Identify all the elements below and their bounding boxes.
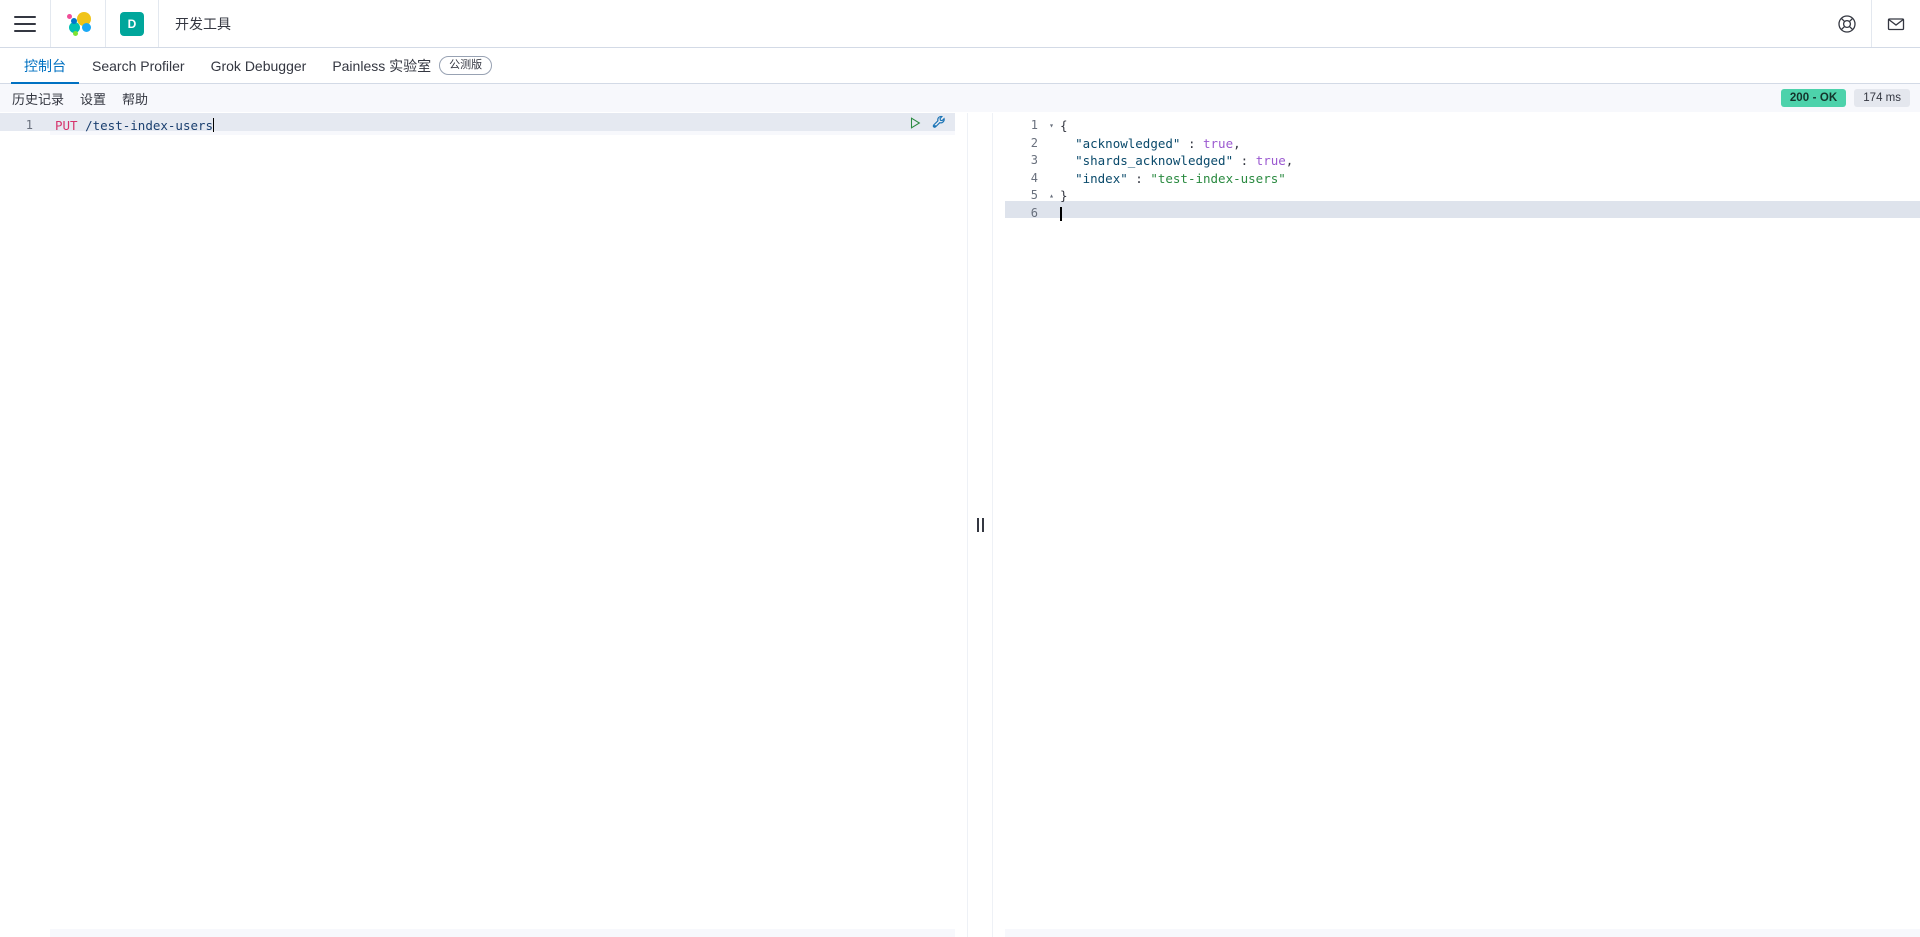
- code-line[interactable]: 3 "shards_acknowledged" : true,: [1005, 152, 1920, 170]
- code-line[interactable]: 5 ▴ }: [1005, 187, 1920, 205]
- request-line-text[interactable]: PUT /test-index-users: [53, 117, 215, 135]
- console-split-container: 1 PUT /test-index-users 1 ▾ {2 "acknowl…: [0, 113, 1920, 937]
- json-key: "acknowledged": [1075, 135, 1181, 151]
- response-editor[interactable]: 1 ▾ { 2 "acknowledged" : true, 3 "shards…: [1005, 113, 1920, 937]
- devtools-tab-bar: 控制台 Search Profiler Grok Debugger Painle…: [0, 48, 1920, 84]
- line-number: 3: [1030, 153, 1038, 167]
- code-line[interactable]: 6: [1005, 205, 1920, 223]
- line-number: 1: [25, 118, 33, 132]
- line-number: 6: [1030, 205, 1038, 220]
- json-row: "index" : "test-index-users": [1058, 170, 1286, 188]
- code-line[interactable]: 1 PUT /test-index-users: [0, 117, 955, 135]
- hamburger-menu-icon[interactable]: [14, 15, 36, 32]
- play-send-request-icon[interactable]: [908, 116, 922, 130]
- request-editor-body[interactable]: 1 PUT /test-index-users: [0, 113, 955, 135]
- code-line[interactable]: 4 "index" : "test-index-users": [1005, 170, 1920, 188]
- response-status-group: 200 - OK 174 ms: [1780, 84, 1910, 112]
- vertical-resize-grip-icon[interactable]: [976, 518, 984, 532]
- fold-toggle[interactable]: ▾: [1045, 117, 1058, 135]
- status-badge: 200 - OK: [1780, 89, 1847, 107]
- line-number: 5: [1030, 188, 1038, 202]
- json-key: "shards_acknowledged": [1075, 153, 1234, 168]
- menu-toggle-button[interactable]: [0, 0, 51, 47]
- json-value: true: [1255, 153, 1286, 168]
- json-comma: ,: [1233, 135, 1241, 151]
- elastic-logo-icon: [65, 11, 91, 37]
- line-number: 1: [1030, 118, 1038, 132]
- tab-label: 控制台: [24, 57, 66, 74]
- json-separator: :: [1233, 153, 1256, 168]
- notifications-button[interactable]: [1872, 0, 1920, 47]
- settings-button[interactable]: 设置: [80, 89, 117, 108]
- tab-console[interactable]: 控制台: [11, 49, 79, 84]
- pane-resizer[interactable]: [955, 113, 1005, 937]
- tab-label: Search Profiler: [92, 57, 185, 74]
- code-line[interactable]: 2 "acknowledged" : true,: [1005, 135, 1920, 153]
- response-editor-surface: [1005, 113, 1920, 929]
- wrench-settings-icon[interactable]: [932, 115, 947, 130]
- code-line[interactable]: 1 ▾ {: [1005, 117, 1920, 135]
- page-title: 开发工具: [175, 15, 231, 32]
- tab-grok-debugger[interactable]: Grok Debugger: [198, 49, 320, 84]
- envelope-mail-icon: [1887, 17, 1905, 30]
- fold-toggle[interactable]: ▴: [1045, 187, 1058, 205]
- console-toolbar: 历史记录 设置 帮助 200 - OK 174 ms: [0, 84, 1920, 112]
- tab-painless-lab[interactable]: Painless 实验室 公测版: [319, 49, 505, 84]
- response-editor-body[interactable]: 1 ▾ { 2 "acknowledged" : true, 3 "shards…: [1005, 113, 1920, 222]
- line-number: 4: [1030, 170, 1038, 185]
- json-key: "index": [1075, 170, 1128, 186]
- history-button[interactable]: 历史记录: [12, 89, 75, 108]
- json-value: true: [1203, 135, 1234, 151]
- request-editor[interactable]: 1 PUT /test-index-users: [0, 113, 955, 937]
- tab-label: Grok Debugger: [210, 57, 307, 74]
- json-close-brace: }: [1060, 188, 1068, 203]
- space-avatar: D: [120, 11, 144, 36]
- text-cursor: [1060, 206, 1062, 221]
- json-open-brace: {: [1060, 118, 1068, 133]
- lifebuoy-help-icon: [1838, 14, 1856, 33]
- header-spacer: [247, 0, 1823, 47]
- json-comma: ,: [1285, 153, 1294, 168]
- help-menu-button[interactable]: [1823, 0, 1872, 47]
- tab-label: Painless 实验室: [332, 57, 432, 74]
- beta-badge: 公测版: [439, 55, 493, 76]
- help-button[interactable]: 帮助: [122, 89, 159, 108]
- request-editor-pane: 1 PUT /test-index-users: [0, 113, 955, 937]
- tab-search-profiler[interactable]: Search Profiler: [79, 49, 198, 84]
- request-path-token: /test-index-users: [85, 118, 214, 133]
- text-cursor: [213, 118, 215, 132]
- response-time-badge: 174 ms: [1854, 89, 1910, 107]
- json-row: "shards_acknowledged" : true,: [1058, 152, 1293, 170]
- json-separator: :: [1127, 170, 1151, 186]
- json-separator: :: [1180, 135, 1203, 151]
- response-editor-pane: 1 ▾ { 2 "acknowledged" : true, 3 "shards…: [1005, 113, 1920, 937]
- request-actions[interactable]: [908, 114, 947, 131]
- elastic-home-link[interactable]: [51, 0, 106, 47]
- line-number: 2: [1030, 135, 1038, 150]
- json-value: "test-index-users": [1150, 170, 1286, 186]
- space-switcher-button[interactable]: D: [106, 0, 159, 47]
- request-editor-surface: [50, 135, 955, 929]
- global-header: D 开发工具: [0, 0, 1920, 48]
- json-row: "acknowledged" : true,: [1058, 135, 1241, 153]
- http-method-token: PUT: [55, 118, 78, 133]
